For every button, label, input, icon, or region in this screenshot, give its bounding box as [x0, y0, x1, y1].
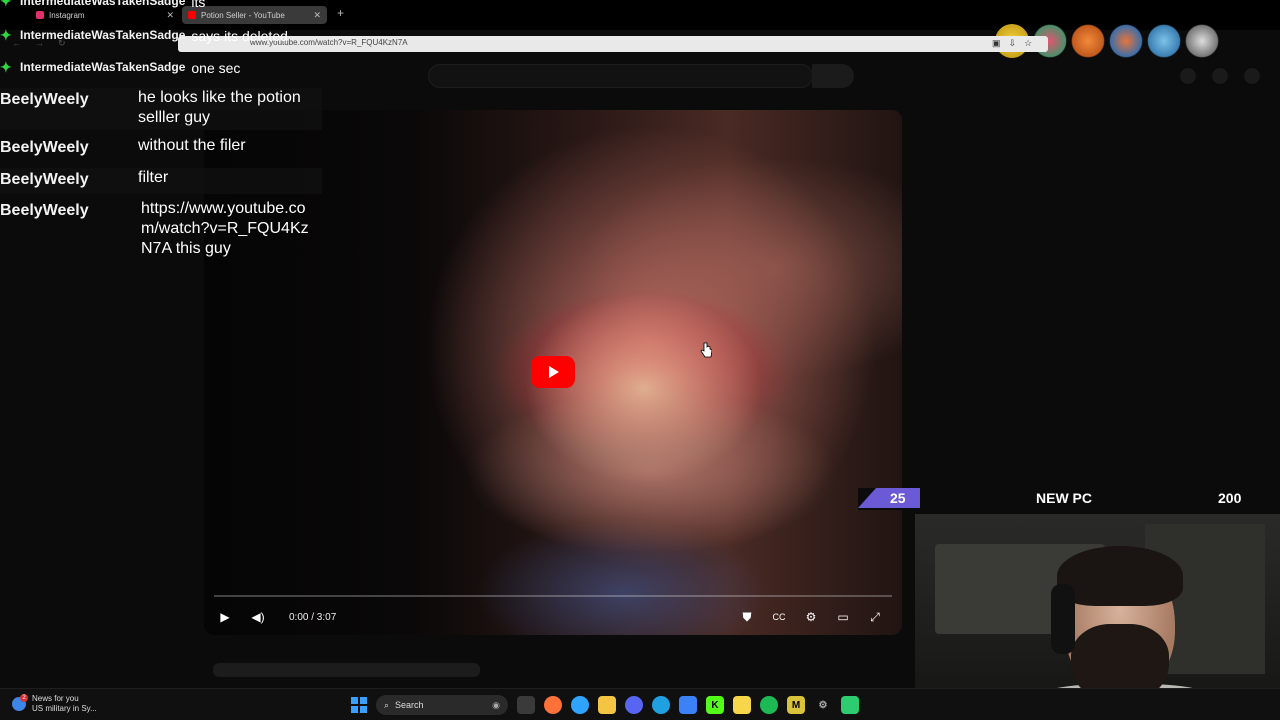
chat-message: he looks like the potion selller guy: [138, 89, 301, 126]
charmander-sprite: [1071, 24, 1105, 58]
create-icon[interactable]: [1180, 68, 1196, 84]
new-tab-button[interactable]: +: [337, 6, 344, 20]
task-view-icon[interactable]: [517, 696, 535, 714]
charizard-sprite: [1109, 24, 1143, 58]
chat-row: BeelyWeely filter: [0, 168, 322, 194]
big-play-button[interactable]: [531, 356, 575, 388]
fullscreen-icon[interactable]: ⤢: [864, 606, 886, 628]
windows-start-icon[interactable]: [351, 697, 367, 713]
discord-icon[interactable]: [625, 696, 643, 714]
theater-mode-icon[interactable]: ▭: [832, 606, 854, 628]
copilot-icon[interactable]: [571, 696, 589, 714]
volume-icon[interactable]: ◀): [247, 606, 269, 628]
news-icon: 2: [12, 694, 28, 711]
play-button[interactable]: ▶: [214, 606, 236, 628]
news-text: News for you US military in Sy...: [32, 694, 97, 714]
reader-icon[interactable]: ▣: [992, 38, 1001, 49]
chat-username: BeelyWeely: [0, 171, 89, 188]
goal-current: 25: [890, 490, 906, 506]
goal-title: NEW PC: [1036, 490, 1092, 506]
ad-block-icon[interactable]: ⛊: [736, 606, 758, 628]
chat-message: filter: [138, 169, 169, 186]
chat-username: BeelyWeely: [0, 202, 89, 219]
taskbar-apps: ⌕ Search ◉ K M ⚙: [351, 695, 859, 715]
taskbar: 2 News for you US military in Sy... ⌕ Se…: [0, 688, 1280, 720]
address-actions: ▣ ⇩ ☆: [992, 38, 1032, 49]
video-title-placeholder: [213, 663, 480, 677]
store-icon[interactable]: [679, 696, 697, 714]
kick-icon[interactable]: K: [706, 696, 724, 714]
settings-gear-icon[interactable]: ⚙: [800, 606, 822, 628]
squirtle-sprite: [1147, 24, 1181, 58]
taskbar-search[interactable]: ⌕ Search ◉: [376, 695, 508, 715]
file-explorer-icon[interactable]: [598, 696, 616, 714]
goal-target: 200: [1218, 490, 1242, 506]
bookmark-star-icon[interactable]: ☆: [1024, 38, 1032, 49]
hand-cursor-icon: [700, 342, 712, 358]
goal-progress-fill: [858, 488, 920, 508]
sticky-notes-icon[interactable]: [733, 696, 751, 714]
chat-panel: BeelyWeely he looks like the potion sell…: [0, 88, 322, 288]
progress-bar[interactable]: [214, 595, 892, 597]
chat-row: BeelyWeely he looks like the potion sell…: [0, 88, 322, 130]
player-controls: ▶ ◀) 0:00 / 3:07 ⛊ CC ⚙ ▭ ⤢: [204, 602, 902, 632]
spotify-icon[interactable]: [760, 696, 778, 714]
captions-icon[interactable]: CC: [768, 606, 790, 628]
news-title: News for you: [32, 694, 79, 703]
chat-message: https://www.youtube.com/watch?v=R_FQU4Kz…: [141, 200, 309, 257]
headset: [1051, 584, 1075, 654]
search-icon: ⌕: [384, 699, 390, 710]
sparkle-icon: ✦: [0, 59, 12, 75]
avatar[interactable]: [1244, 68, 1260, 84]
sparkle-icon: ✦: [0, 27, 12, 43]
app-m-icon[interactable]: M: [787, 696, 805, 714]
chat-message: without the filer: [138, 137, 246, 154]
chat-message: its: [191, 0, 206, 10]
time-display: 0:00 / 3:07: [289, 612, 337, 623]
chat-row: BeelyWeely without the filer: [0, 136, 322, 162]
news-badge: 2: [20, 694, 28, 702]
chat-username: IntermediateWasTakenSadge: [20, 60, 186, 74]
firefox-icon[interactable]: [544, 696, 562, 714]
chat-message: says its deleted: [191, 28, 288, 44]
streamer-hair: [1057, 546, 1183, 606]
settings-gear-icon[interactable]: ⚙: [814, 696, 832, 714]
play-icon: [549, 366, 559, 378]
chat-line: ✦ IntermediateWasTakenSadge its: [0, 0, 205, 10]
chat-username: BeelyWeely: [0, 139, 89, 156]
chat-line: ✦ IntermediateWasTakenSadge one sec: [0, 60, 240, 76]
news-widget[interactable]: 2 News for you US military in Sy...: [12, 694, 97, 714]
sparkle-icon: ✦: [0, 0, 12, 9]
edge-icon[interactable]: [652, 696, 670, 714]
screen: Instagram ✕ Potion Seller - YouTube ✕ + …: [0, 0, 1280, 720]
youtube-top-actions: [1180, 68, 1260, 84]
news-subtitle: US military in Sy...: [32, 704, 97, 713]
chat-username: BeelyWeely: [0, 91, 89, 108]
chat-username: IntermediateWasTakenSadge: [20, 28, 186, 42]
search-highlight-icon: ◉: [492, 699, 500, 710]
notifications-icon[interactable]: [1212, 68, 1228, 84]
youtube-search-input[interactable]: [428, 64, 813, 88]
app-green-icon[interactable]: [841, 696, 859, 714]
chat-line: ✦ IntermediateWasTakenSadge says its del…: [0, 28, 288, 44]
chat-username: IntermediateWasTakenSadge: [20, 0, 186, 8]
save-icon[interactable]: ⇩: [1009, 38, 1017, 49]
blastoise-sprite: [1185, 24, 1219, 58]
chat-message: one sec: [191, 60, 241, 76]
search-placeholder: Search: [395, 700, 424, 710]
chat-row: BeelyWeely https://www.youtube.com/watch…: [0, 199, 322, 283]
youtube-search-button[interactable]: [812, 64, 854, 88]
subgoal-bar: 25 NEW PC 200: [858, 488, 1280, 510]
chat-overlay-top: ✦ IntermediateWasTakenSadge its ✦ Interm…: [0, 0, 330, 80]
